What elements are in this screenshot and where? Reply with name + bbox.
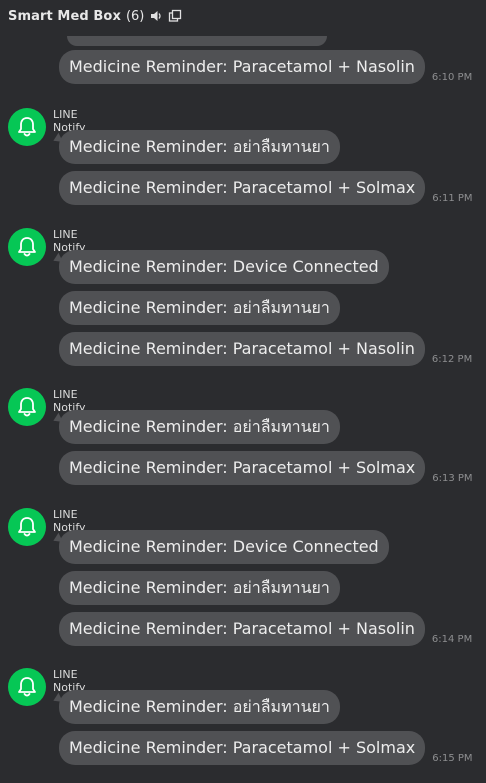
line-notify-avatar[interactable] [8, 668, 46, 706]
message-bubble[interactable]: Medicine Reminder: Paracetamol + Nasolin [59, 612, 425, 646]
bell-icon [18, 517, 36, 537]
message-bubble[interactable]: Medicine Reminder: Paracetamol + Solmax [59, 731, 426, 765]
previous-message-edge [67, 36, 327, 46]
message-row: Medicine Reminder: Device Connected [59, 530, 389, 564]
message-row: Medicine Reminder: อย่าลืมทานยา [59, 291, 340, 325]
popout-icon[interactable] [168, 9, 182, 23]
line-notify-avatar[interactable] [8, 228, 46, 266]
member-count: (6) [125, 8, 145, 24]
message-row: Medicine Reminder: Paracetamol + Solmax 6… [59, 171, 473, 205]
bell-icon [18, 397, 36, 417]
message-bubble[interactable]: Medicine Reminder: อย่าลืมทานยา [59, 410, 340, 444]
message-time: 6:14 PM [431, 634, 473, 645]
message-bubble[interactable]: Medicine Reminder: Device Connected [59, 530, 389, 564]
chat-title: Smart Med Box [8, 8, 121, 24]
message-row: Medicine Reminder: อย่าลืมทานยา [59, 690, 340, 724]
message-row: Medicine Reminder: อย่าลืมทานยา [59, 410, 340, 444]
message-time: 6:12 PM [431, 354, 473, 365]
message-bubble[interactable]: Medicine Reminder: Paracetamol + Nasolin [59, 332, 425, 366]
message-bubble[interactable]: Medicine Reminder: Paracetamol + Solmax [59, 171, 426, 205]
message-row: Medicine Reminder: Paracetamol + Solmax 6… [59, 451, 473, 485]
message-time: 6:10 PM [431, 72, 473, 83]
message-row: Medicine Reminder: Paracetamol + Nasolin… [59, 612, 472, 646]
message-bubble[interactable]: Medicine Reminder: Paracetamol + Solmax [59, 451, 426, 485]
message-bubble[interactable]: Medicine Reminder: อย่าลืมทานยา [59, 291, 340, 325]
message-row: Medicine Reminder: Paracetamol + Nasolin… [59, 50, 472, 84]
message-bubble[interactable]: Medicine Reminder: อย่าลืมทานยา [59, 130, 340, 164]
speaker-icon[interactable] [149, 9, 163, 23]
bell-icon [18, 677, 36, 697]
line-notify-avatar[interactable] [8, 508, 46, 546]
message-row: Medicine Reminder: Paracetamol + Nasolin… [59, 332, 472, 366]
line-notify-avatar[interactable] [8, 388, 46, 426]
bell-icon [18, 117, 36, 137]
message-bubble[interactable]: Medicine Reminder: อย่าลืมทานยา [59, 571, 340, 605]
message-row: Medicine Reminder: อย่าลืมทานยา [59, 130, 340, 164]
message-row: Medicine Reminder: Device Connected [59, 250, 389, 284]
message-bubble[interactable]: Medicine Reminder: Device Connected [59, 250, 389, 284]
chat-header: Smart Med Box (6) [0, 0, 486, 32]
message-time: 6:13 PM [432, 473, 473, 484]
line-notify-avatar[interactable] [8, 108, 46, 146]
message-bubble[interactable]: Medicine Reminder: Paracetamol + Nasolin [59, 50, 425, 84]
message-row: Medicine Reminder: Paracetamol + Solmax 6… [59, 731, 473, 765]
message-bubble[interactable]: Medicine Reminder: อย่าลืมทานยา [59, 690, 340, 724]
message-time: 6:15 PM [432, 753, 473, 764]
message-time: 6:11 PM [432, 193, 473, 204]
bell-icon [18, 237, 36, 257]
message-row: Medicine Reminder: อย่าลืมทานยา [59, 571, 340, 605]
